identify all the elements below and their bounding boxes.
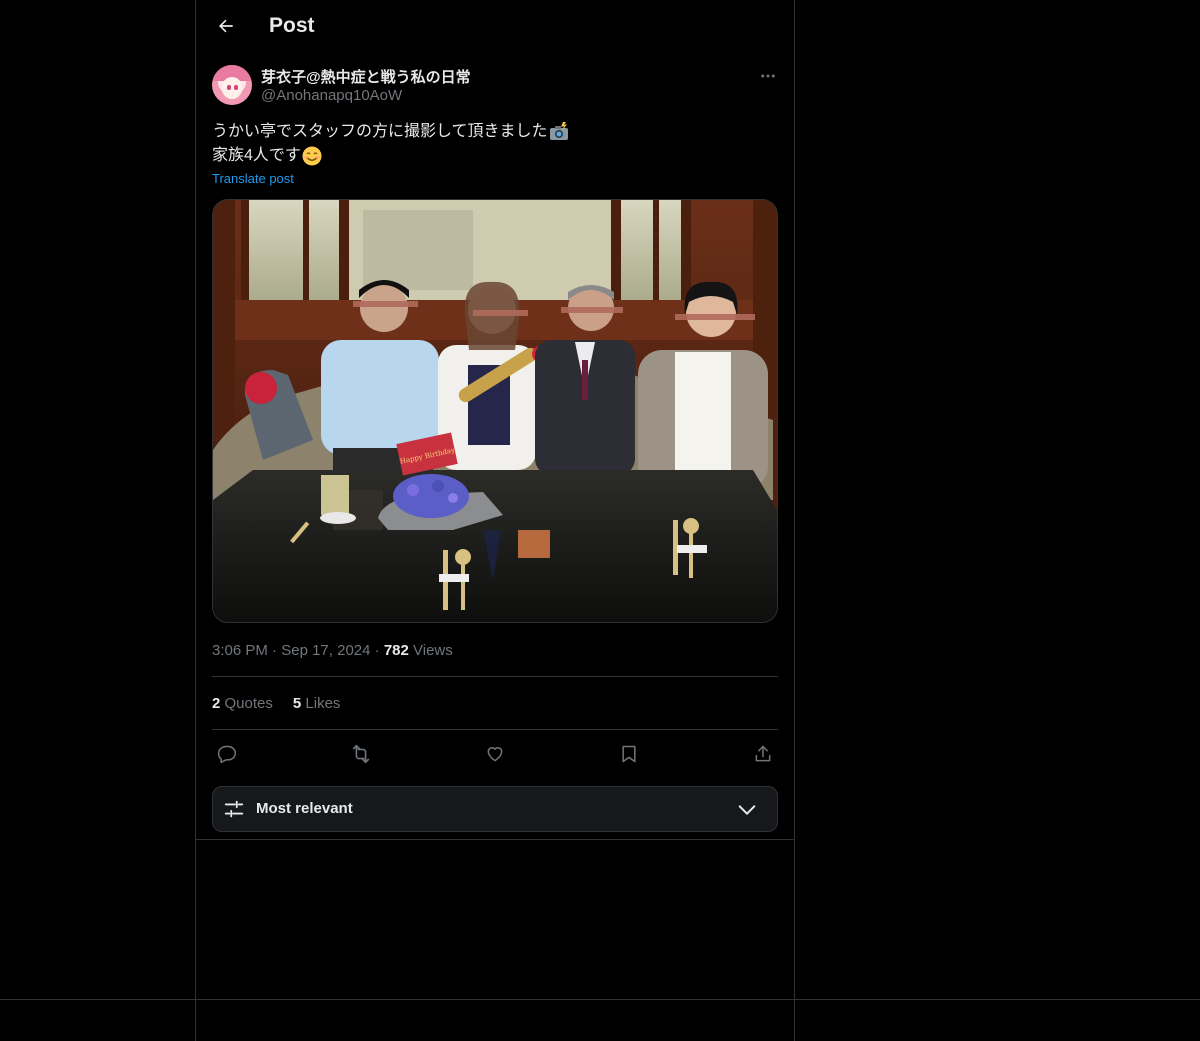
share-icon [755, 745, 771, 762]
post-text-line-2: 家族4人です [212, 147, 301, 164]
more-options-button[interactable] [756, 64, 780, 88]
avatar[interactable] [212, 65, 252, 105]
chevron-down-icon [738, 805, 756, 815]
family-photo: Happy Birthday [213, 200, 777, 622]
post-text: うかい亭でスタッフの方に撮影して頂きました 家族4人です [212, 120, 569, 168]
bookmark-icon [622, 745, 636, 763]
post-text-line-1: うかい亭でスタッフの方に撮影して頂きました [212, 123, 548, 140]
divider [212, 676, 778, 677]
post-date[interactable]: Sep 17, 2024 [281, 642, 370, 659]
share-button[interactable] [751, 742, 775, 766]
repost-icon [352, 744, 370, 764]
views-count: 782 [383, 642, 409, 659]
post-stats: 2 Quotes 5 Likes [212, 695, 340, 712]
like-button[interactable] [483, 742, 507, 766]
camera-with-flash-emoji [549, 122, 568, 140]
reply-button[interactable] [215, 742, 239, 766]
action-bar [212, 742, 778, 766]
like-icon [487, 747, 503, 762]
main-column: Post 芽衣子@熱中症と戦う私の日常 @Anohanapq10AoW うかい亭… [195, 0, 795, 1041]
smiling-face-emoji [302, 146, 322, 166]
more-horizontal-icon [761, 74, 775, 78]
sort-label: Most relevant [256, 800, 353, 817]
post-header: Post [196, 0, 794, 54]
quotes-stat[interactable]: 2 Quotes [212, 695, 273, 712]
author-display-name[interactable]: 芽衣子@熱中症と戦う私の日常 [261, 66, 471, 87]
bookmark-button[interactable] [617, 742, 641, 766]
views-label: Views [413, 642, 453, 659]
arrow-left-icon [219, 19, 233, 33]
reply-sort-dropdown[interactable]: Most relevant [212, 786, 778, 832]
back-button[interactable] [208, 8, 244, 44]
author-handle[interactable]: @Anohanapq10AoW [261, 87, 402, 104]
page-title: Post [269, 14, 315, 37]
meta-separator: · [374, 642, 380, 659]
divider [212, 729, 778, 730]
meta-separator: · [272, 642, 278, 659]
reply-icon [217, 745, 237, 764]
sliders-icon [224, 800, 244, 818]
translate-post-link[interactable]: Translate post [212, 171, 294, 186]
post-metadata: 3:06 PM · Sep 17, 2024 · 782 Views [212, 642, 453, 659]
divider [196, 839, 794, 840]
likes-stat[interactable]: 5 Likes [293, 695, 341, 712]
post-time[interactable]: 3:06 PM [212, 642, 268, 659]
repost-button[interactable] [349, 742, 373, 766]
post-image[interactable]: Happy Birthday [212, 199, 778, 623]
